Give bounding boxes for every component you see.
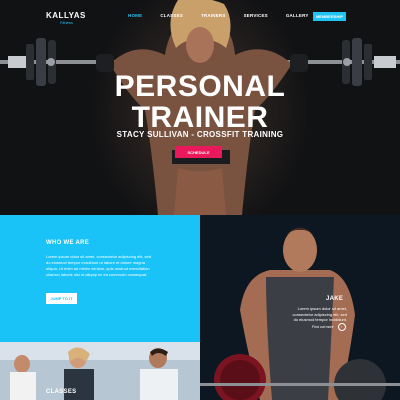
membership-button[interactable]: MEMBERSHIP	[313, 12, 346, 21]
nav-trainers[interactable]: TRAINERS	[201, 13, 226, 18]
trainer-name: JAKE	[326, 296, 344, 302]
about-section: WHO WE ARE Lorem ipsum dolor sit amet, c…	[0, 215, 200, 342]
classes-photo	[0, 342, 200, 400]
classes-label: CLASSES	[46, 389, 77, 395]
top-navigation: KALLYAS Fitness HOME CLASSES TRAINERS SE…	[0, 0, 400, 34]
schedule-button[interactable]: SCHEDULE	[175, 146, 222, 158]
nav-home[interactable]: HOME	[128, 13, 142, 18]
hero-title-line1: PERSONAL	[114, 70, 286, 103]
hero-title: PERSONAL TRAINER	[0, 71, 400, 133]
trainer-more-link[interactable]: Find out more ›	[312, 323, 346, 331]
jump-to-it-button[interactable]: JUMP TO IT	[46, 293, 77, 304]
arrow-right-icon[interactable]: ›	[337, 323, 346, 331]
hero-title-line2: TRAINER	[131, 101, 269, 134]
trainer-description: Lorem ipsum dolor sit amet, consectetur …	[292, 306, 347, 322]
logo[interactable]: KALLYAS	[46, 11, 86, 20]
about-heading: WHO WE ARE	[46, 240, 90, 246]
logo-tagline: Fitness	[60, 20, 73, 25]
nav-classes[interactable]: CLASSES	[160, 13, 183, 18]
nav-gallery[interactable]: GALLERY	[286, 13, 309, 18]
hero-subtitle: STACY SULLIVAN - CROSSFIT TRAINING	[116, 130, 284, 139]
nav-services[interactable]: SERVICES	[244, 13, 268, 18]
about-body: Lorem ipsum dolor sit amet, consectetur …	[46, 254, 151, 277]
classes-section[interactable]	[0, 342, 200, 400]
trainer-more-label: Find out more	[312, 325, 334, 329]
hero-section: KALLYAS Fitness HOME CLASSES TRAINERS SE…	[0, 0, 400, 215]
